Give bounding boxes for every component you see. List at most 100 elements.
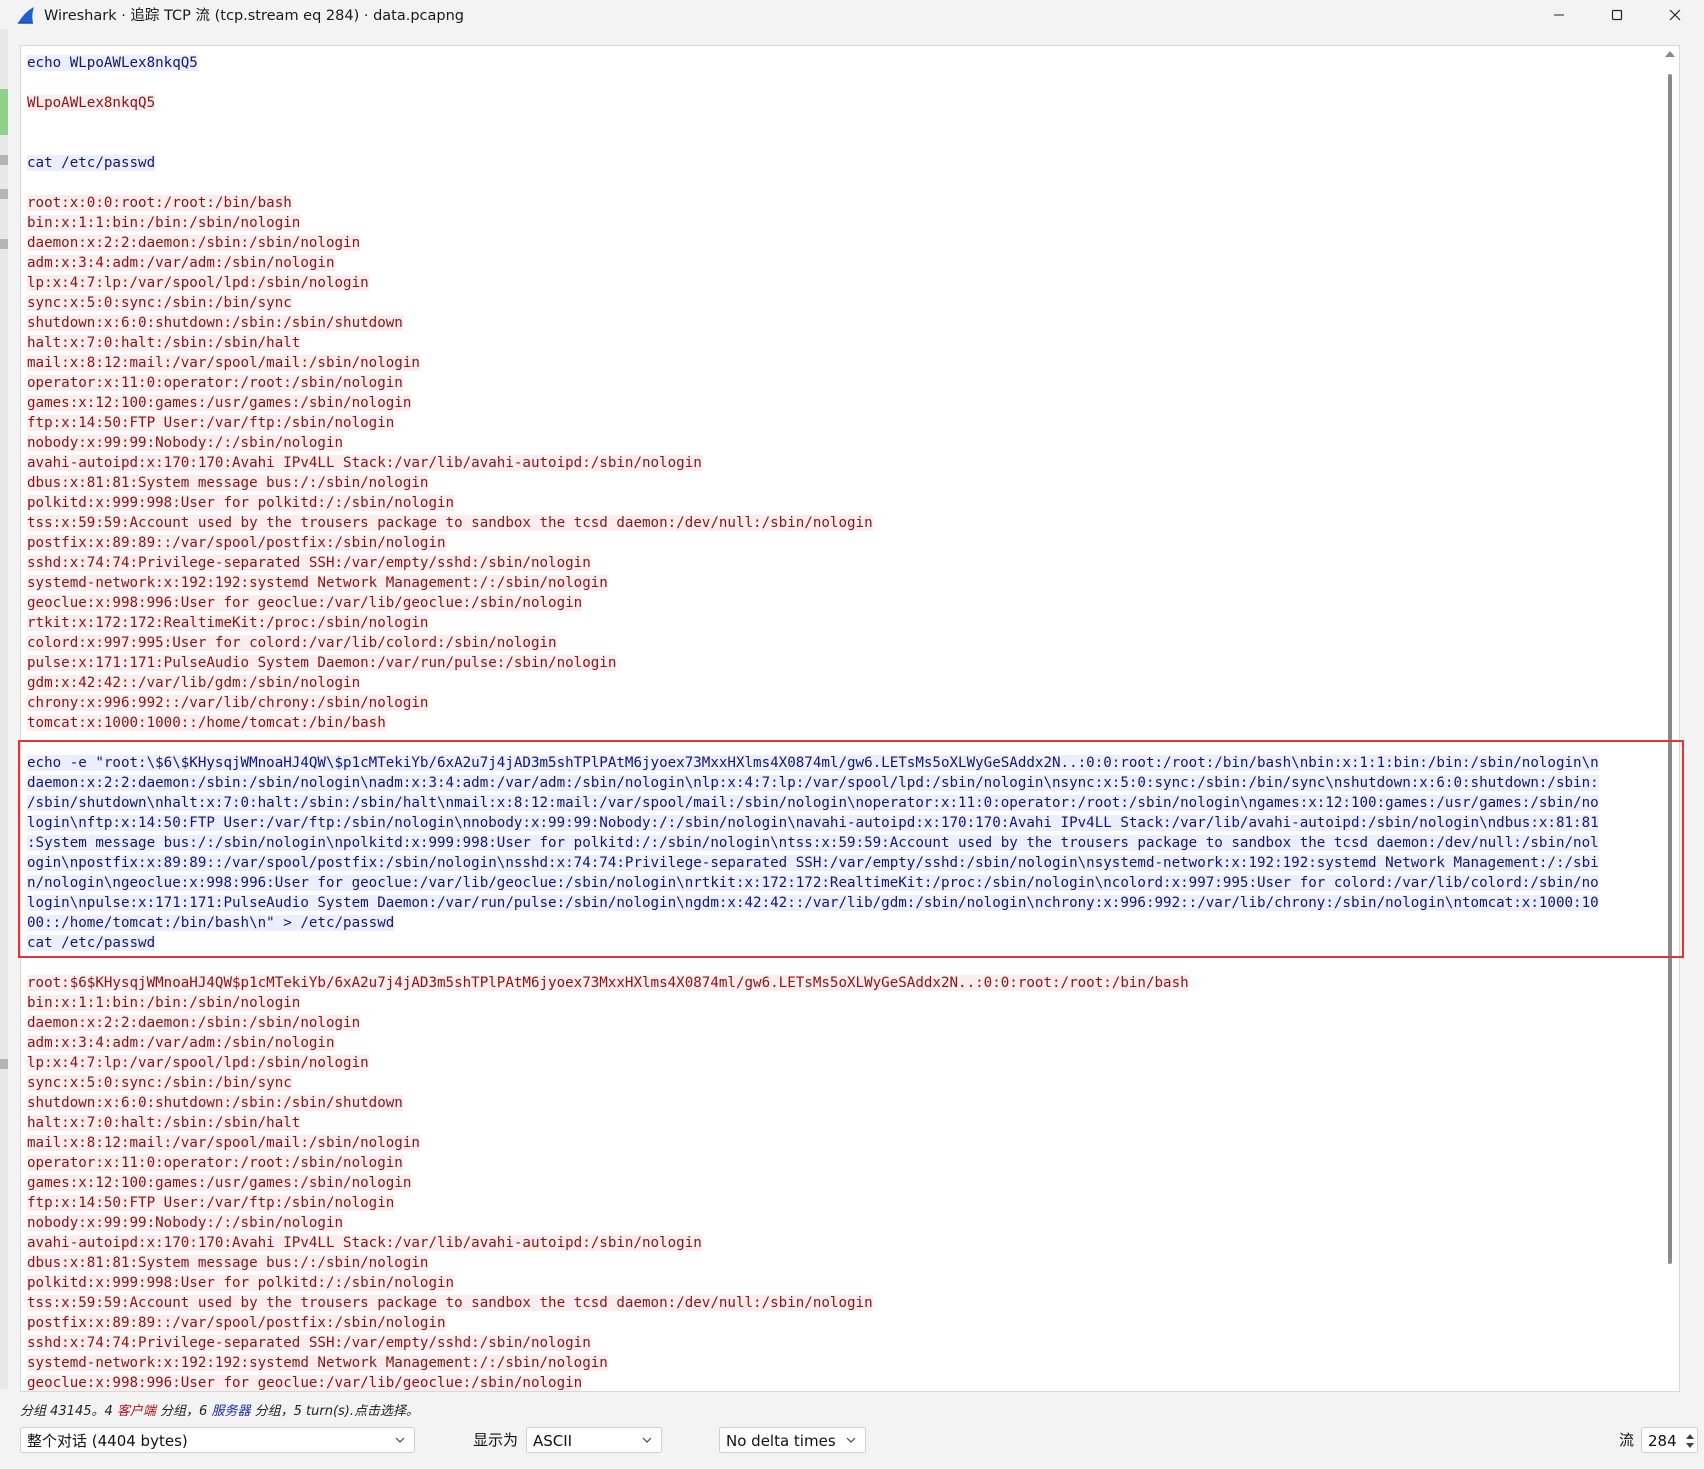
stream-line: lp:x:4:7:lp:/var/spool/lpd:/sbin/nologin bbox=[27, 273, 1659, 293]
minimize-icon bbox=[1554, 14, 1564, 15]
stream-line: shutdown:x:6:0:shutdown:/sbin:/sbin/shut… bbox=[27, 313, 1659, 333]
stream-line: sync:x:5:0:sync:/sbin:/bin/sync bbox=[27, 293, 1659, 313]
stream-line: root:$6$KHysqjWMnoaHJ4QW$p1cMTekiYb/6xA2… bbox=[27, 973, 1659, 993]
stream-line: tss:x:59:59:Account used by the trousers… bbox=[27, 1293, 1659, 1313]
delta-times-select[interactable]: No delta times bbox=[719, 1427, 866, 1453]
stream-line: operator:x:11:0:operator:/root:/sbin/nol… bbox=[27, 373, 1659, 393]
tcp-stream-text[interactable]: echo WLpoAWLex8nkqQ5 WLpoAWLex8nkqQ5 cat /… bbox=[20, 45, 1680, 1392]
stream-line: polkitd:x:999:998:User for polkitd:/:/sb… bbox=[27, 493, 1659, 513]
stream-line: avahi-autoipd:x:170:170:Avahi IPv4LL Sta… bbox=[27, 1233, 1659, 1253]
stream-line-text: systemd-network:x:192:192:systemd Networ… bbox=[27, 1355, 608, 1371]
stream-line-text: shutdown:x:6:0:shutdown:/sbin:/sbin/shut… bbox=[27, 315, 403, 331]
stream-line: geoclue:x:998:996:User for geoclue:/var/… bbox=[27, 593, 1659, 613]
stream-line-text: login\nftp:x:14:50:FTP User:/var/ftp:/sb… bbox=[27, 815, 1599, 831]
stream-line-text: geoclue:x:998:996:User for geoclue:/var/… bbox=[27, 1375, 583, 1391]
stream-line-text: colord:x:997:995:User for colord:/var/li… bbox=[27, 635, 557, 651]
stream-line-text: halt:x:7:0:halt:/sbin:/sbin/halt bbox=[27, 1115, 301, 1131]
chunk-gap bbox=[27, 733, 1659, 753]
stream-line-text: /sbin/shutdown\nhalt:x:7:0:halt:/sbin:/s… bbox=[27, 795, 1599, 811]
stream-line: login\npulse:x:171:171:PulseAudio System… bbox=[27, 893, 1659, 913]
client-data-chunk[interactable]: WLpoAWLex8nkqQ5 bbox=[27, 93, 1659, 113]
stream-line: daemon:x:2:2:daemon:/sbin:/sbin/nologin\… bbox=[27, 773, 1659, 793]
maximize-button[interactable] bbox=[1588, 0, 1646, 29]
stream-line: postfix:x:89:89::/var/spool/postfix:/sbi… bbox=[27, 1313, 1659, 1333]
stream-line-text: operator:x:11:0:operator:/root:/sbin/nol… bbox=[27, 375, 403, 391]
close-button[interactable] bbox=[1646, 0, 1704, 29]
stream-line: operator:x:11:0:operator:/root:/sbin/nol… bbox=[27, 1153, 1659, 1173]
stream-line-text: root:x:0:0:root:/root:/bin/bash bbox=[27, 195, 292, 211]
stream-line-text: dbus:x:81:81:System message bus:/:/sbin/… bbox=[27, 1255, 429, 1271]
stream-line-text: :System message bus:/:/sbin/nologin\npol… bbox=[27, 835, 1599, 851]
stream-line-text: nobody:x:99:99:Nobody:/:/sbin/nologin bbox=[27, 1215, 344, 1231]
stream-line-text: gdm:x:42:42::/var/lib/gdm:/sbin/nologin bbox=[27, 675, 361, 691]
stream-line-text: sshd:x:74:74:Privilege-separated SSH:/va… bbox=[27, 555, 591, 571]
stream-line: lp:x:4:7:lp:/var/spool/lpd:/sbin/nologin bbox=[27, 1053, 1659, 1073]
background-marker bbox=[0, 1059, 8, 1069]
client-data-chunk[interactable]: root:x:0:0:root:/root:/bin/bash bin:x:1:1… bbox=[27, 193, 1659, 733]
stream-line-text: sync:x:5:0:sync:/sbin:/bin/sync bbox=[27, 1075, 292, 1091]
scroll-up-icon[interactable] bbox=[1665, 51, 1675, 57]
stream-line: geoclue:x:998:996:User for geoclue:/var/… bbox=[27, 1373, 1659, 1391]
stream-line: /sbin/shutdown\nhalt:x:7:0:halt:/sbin:/s… bbox=[27, 793, 1659, 813]
client-data-chunk[interactable]: root:$6$KHysqjWMnoaHJ4QW$p1cMTekiYb/6xA2… bbox=[27, 973, 1659, 1391]
server-link[interactable]: 服务器 bbox=[211, 1404, 250, 1419]
stream-content[interactable]: echo WLpoAWLex8nkqQ5 WLpoAWLex8nkqQ5 cat /… bbox=[27, 53, 1659, 1391]
stream-line: mail:x:8:12:mail:/var/spool/mail:/sbin/n… bbox=[27, 1133, 1659, 1153]
vertical-scrollbar[interactable] bbox=[1661, 46, 1679, 1391]
stream-line: daemon:x:2:2:daemon:/sbin:/sbin/nologin bbox=[27, 233, 1659, 253]
stream-number-spinbox[interactable]: 284 bbox=[1641, 1427, 1698, 1453]
minimize-button[interactable] bbox=[1530, 0, 1588, 29]
stream-line: bin:x:1:1:bin:/bin:/sbin/nologin bbox=[27, 213, 1659, 233]
chunk-gap bbox=[27, 953, 1659, 973]
stream-line: games:x:12:100:games:/usr/games:/sbin/no… bbox=[27, 1173, 1659, 1193]
spin-up-icon[interactable] bbox=[1686, 1434, 1694, 1439]
stream-line-text: sshd:x:74:74:Privilege-separated SSH:/va… bbox=[27, 1335, 591, 1351]
status-mid: 分组，6 bbox=[155, 1404, 212, 1419]
stream-line: pulse:x:171:171:PulseAudio System Daemon… bbox=[27, 653, 1659, 673]
stream-line-text: avahi-autoipd:x:170:170:Avahi IPv4LL Sta… bbox=[27, 455, 702, 471]
conversation-select[interactable]: 整个对话 (4404 bytes) bbox=[20, 1427, 415, 1453]
background-marker bbox=[0, 189, 8, 199]
stream-line-text: chrony:x:996:992::/var/lib/chrony:/sbin/… bbox=[27, 695, 429, 711]
show-as-select[interactable]: ASCII bbox=[526, 1427, 662, 1453]
stream-line-text: echo WLpoAWLex8nkqQ5 bbox=[27, 55, 198, 71]
stream-line-text: pulse:x:171:171:PulseAudio System Daemon… bbox=[27, 655, 617, 671]
server-data-chunk[interactable]: echo WLpoAWLex8nkqQ5 bbox=[27, 53, 1659, 73]
stream-line: tomcat:x:1000:1000::/home/tomcat:/bin/ba… bbox=[27, 713, 1659, 733]
stream-line: echo -e "root:\$6\$KHysqjWMnoaHJ4QW\$p1c… bbox=[27, 753, 1659, 773]
show-as-label: 显示为 bbox=[473, 1431, 519, 1449]
stream-line-text: tss:x:59:59:Account used by the trousers… bbox=[27, 1295, 873, 1311]
stream-line-text: ftp:x:14:50:FTP User:/var/ftp:/sbin/nolo… bbox=[27, 1195, 395, 1211]
stream-label: 流 bbox=[1619, 1431, 1635, 1449]
stream-line-text: postfix:x:89:89::/var/spool/postfix:/sbi… bbox=[27, 1315, 446, 1331]
delta-times-value: No delta times bbox=[726, 1432, 836, 1450]
background-window-edge bbox=[0, 29, 8, 1389]
stream-line: ftp:x:14:50:FTP User:/var/ftp:/sbin/nolo… bbox=[27, 1193, 1659, 1213]
stream-line-text: adm:x:3:4:adm:/var/adm:/sbin/nologin bbox=[27, 255, 335, 271]
stream-line-text: nobody:x:99:99:Nobody:/:/sbin/nologin bbox=[27, 435, 344, 451]
stream-line-text: cat /etc/passwd bbox=[27, 935, 156, 951]
stream-line-text: adm:x:3:4:adm:/var/adm:/sbin/nologin bbox=[27, 1035, 335, 1051]
stream-line-text: lp:x:4:7:lp:/var/spool/lpd:/sbin/nologin bbox=[27, 275, 369, 291]
server-data-chunk[interactable]: cat /etc/passwd bbox=[27, 153, 1659, 173]
stream-line-text: n/nologin\ngeoclue:x:998:996:User for ge… bbox=[27, 875, 1599, 891]
stream-line: tss:x:59:59:Account used by the trousers… bbox=[27, 513, 1659, 533]
title-bar: Wireshark · 追踪 TCP 流 (tcp.stream eq 284)… bbox=[0, 0, 1704, 29]
stream-status: 分组 43145。4 客户端 分组，6 服务器 分组，5 turn(s).点击选… bbox=[20, 1400, 419, 1419]
server-data-chunk[interactable]: echo -e "root:\$6\$KHysqjWMnoaHJ4QW\$p1c… bbox=[27, 753, 1659, 953]
stream-line: adm:x:3:4:adm:/var/adm:/sbin/nologin bbox=[27, 1033, 1659, 1053]
stream-line: chrony:x:996:992::/var/lib/chrony:/sbin/… bbox=[27, 693, 1659, 713]
client-link[interactable]: 客户端 bbox=[117, 1404, 156, 1419]
stream-line: sshd:x:74:74:Privilege-separated SSH:/va… bbox=[27, 553, 1659, 573]
stream-line-text: avahi-autoipd:x:170:170:Avahi IPv4LL Sta… bbox=[27, 1235, 702, 1251]
spin-down-icon[interactable] bbox=[1686, 1443, 1694, 1448]
stream-line-text: tomcat:x:1000:1000::/home/tomcat:/bin/ba… bbox=[27, 715, 386, 731]
stream-line: mail:x:8:12:mail:/var/spool/mail:/sbin/n… bbox=[27, 353, 1659, 373]
stream-line-text: systemd-network:x:192:192:systemd Networ… bbox=[27, 575, 608, 591]
stream-line-text: polkitd:x:999:998:User for polkitd:/:/sb… bbox=[27, 495, 455, 511]
stream-line: dbus:x:81:81:System message bus:/:/sbin/… bbox=[27, 473, 1659, 493]
background-marker bbox=[0, 239, 8, 249]
stream-line-text: tss:x:59:59:Account used by the trousers… bbox=[27, 515, 873, 531]
scrollbar-thumb[interactable] bbox=[1668, 74, 1672, 1264]
stream-line: nobody:x:99:99:Nobody:/:/sbin/nologin bbox=[27, 1213, 1659, 1233]
